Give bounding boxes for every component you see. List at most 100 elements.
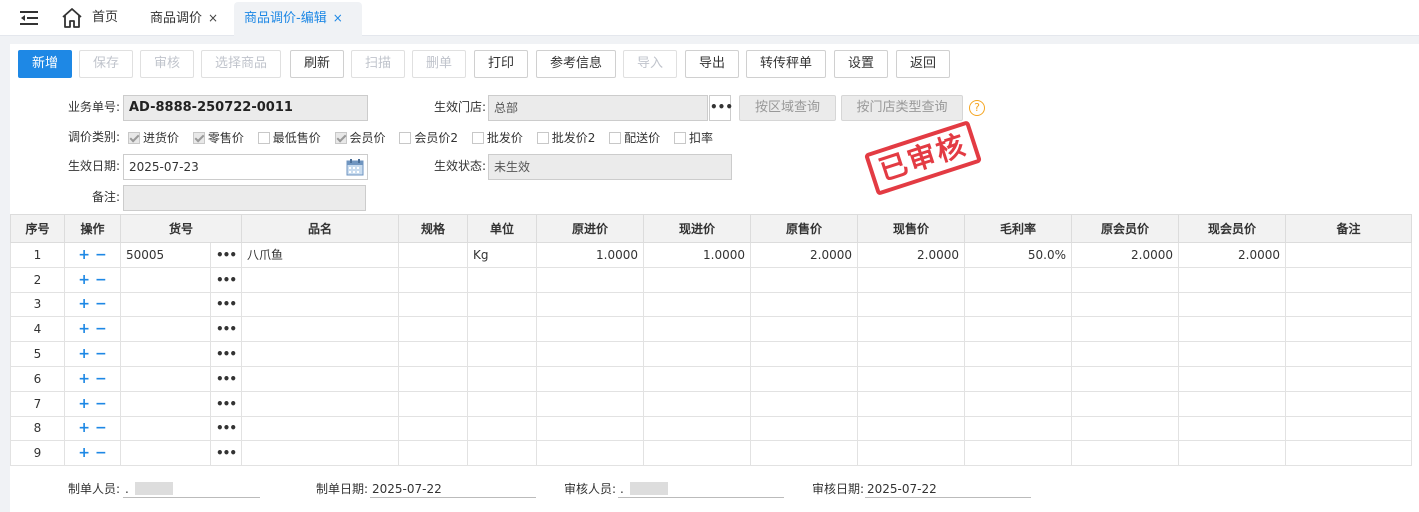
- cell-old-member[interactable]: 2.0000: [1071, 242, 1180, 268]
- tab-home[interactable]: 首页: [92, 0, 118, 36]
- add-row-icon[interactable]: +: [78, 272, 90, 288]
- price-type-min-price-checkbox[interactable]: 最低售价: [257, 129, 321, 147]
- cell-old-member[interactable]: [1071, 415, 1180, 442]
- refresh-button[interactable]: 刷新: [290, 50, 344, 78]
- checkbox-box[interactable]: [609, 132, 622, 144]
- cell-margin[interactable]: [964, 415, 1073, 442]
- cell-unit[interactable]: [467, 266, 538, 293]
- cell-unit[interactable]: [467, 341, 538, 367]
- close-icon[interactable]: ×: [333, 11, 343, 25]
- cell-new-cost[interactable]: [643, 266, 752, 293]
- cell-margin[interactable]: [964, 390, 1073, 417]
- delete-row-icon[interactable]: −: [95, 346, 107, 362]
- query-by-region-button[interactable]: 按区域查询: [739, 95, 836, 121]
- cell-code[interactable]: [120, 440, 211, 467]
- cell-code[interactable]: [120, 390, 211, 417]
- cell-name[interactable]: 八爪鱼: [241, 242, 400, 268]
- cell-spec[interactable]: [398, 440, 469, 467]
- cell-code-picker[interactable]: •••: [209, 440, 243, 467]
- add-row-icon[interactable]: +: [78, 420, 90, 436]
- cell-spec[interactable]: [398, 291, 469, 318]
- cell-name[interactable]: [241, 341, 400, 367]
- store-picker-button[interactable]: •••: [709, 95, 733, 121]
- cell-old-price[interactable]: [750, 365, 859, 392]
- cell-new-cost[interactable]: [643, 390, 752, 417]
- cell-old-member[interactable]: [1071, 266, 1180, 293]
- cell-old-price[interactable]: [750, 390, 859, 417]
- cell-margin[interactable]: [964, 341, 1073, 367]
- back-button[interactable]: 返回: [896, 50, 950, 78]
- cell-old-price[interactable]: 2.0000: [750, 242, 859, 268]
- more-icon[interactable]: •••: [216, 446, 237, 460]
- add-row-icon[interactable]: +: [78, 346, 90, 362]
- more-icon[interactable]: •••: [216, 297, 237, 311]
- settings-button[interactable]: 设置: [834, 50, 888, 78]
- cell-code[interactable]: [120, 316, 211, 343]
- cell-remark[interactable]: [1285, 365, 1413, 392]
- cell-new-member[interactable]: [1178, 415, 1287, 442]
- cell-new-cost[interactable]: [643, 316, 752, 343]
- cell-remark[interactable]: [1285, 415, 1413, 442]
- cell-name[interactable]: [241, 316, 400, 343]
- print-button[interactable]: 打印: [474, 50, 528, 78]
- checkbox-box[interactable]: [192, 132, 205, 144]
- checkbox-box[interactable]: [399, 132, 412, 144]
- price-type-member2-checkbox[interactable]: 会员价2: [399, 129, 458, 147]
- cell-name[interactable]: [241, 291, 400, 318]
- price-type-wholesale-checkbox[interactable]: 批发价: [471, 129, 523, 147]
- cell-old-cost[interactable]: [536, 266, 645, 293]
- cell-new-member[interactable]: [1178, 440, 1287, 467]
- cell-unit[interactable]: [467, 291, 538, 318]
- cell-new-cost[interactable]: [643, 291, 752, 318]
- delete-row-icon[interactable]: −: [95, 420, 107, 436]
- tab-price-adjust-edit[interactable]: 商品调价-编辑 ×: [234, 2, 362, 36]
- checkbox-box[interactable]: [471, 132, 484, 144]
- cell-old-cost[interactable]: [536, 291, 645, 318]
- tab-price-adjust[interactable]: 商品调价 ×: [140, 0, 228, 36]
- query-by-store-type-button[interactable]: 按门店类型查询: [841, 95, 963, 121]
- cell-name[interactable]: [241, 365, 400, 392]
- cell-new-cost[interactable]: [643, 415, 752, 442]
- cell-remark[interactable]: [1285, 341, 1413, 367]
- cell-new-price[interactable]: [857, 291, 966, 318]
- cell-old-price[interactable]: [750, 291, 859, 318]
- cell-remark[interactable]: [1285, 440, 1413, 467]
- close-icon[interactable]: ×: [208, 11, 218, 25]
- delete-row-icon[interactable]: −: [95, 371, 107, 387]
- cell-name[interactable]: [241, 390, 400, 417]
- more-icon[interactable]: •••: [216, 372, 237, 386]
- cell-code[interactable]: [120, 291, 211, 318]
- cell-code-picker[interactable]: •••: [209, 365, 243, 392]
- cell-old-member[interactable]: [1071, 365, 1180, 392]
- cell-spec[interactable]: [398, 242, 469, 268]
- price-type-discount-checkbox[interactable]: 扣率: [674, 129, 713, 147]
- remark-field[interactable]: [123, 185, 366, 211]
- cell-new-member[interactable]: [1178, 266, 1287, 293]
- cell-code-picker[interactable]: •••: [209, 415, 243, 442]
- cell-unit[interactable]: [467, 365, 538, 392]
- delete-row-icon[interactable]: −: [95, 296, 107, 312]
- cell-new-price[interactable]: 2.0000: [857, 242, 966, 268]
- cell-old-member[interactable]: [1071, 341, 1180, 367]
- delete-row-icon[interactable]: −: [95, 272, 107, 288]
- cell-remark[interactable]: [1285, 242, 1413, 268]
- price-type-cost-checkbox[interactable]: 进货价: [128, 129, 179, 147]
- cell-old-price[interactable]: [750, 341, 859, 367]
- cell-new-price[interactable]: [857, 440, 966, 467]
- cell-unit[interactable]: [467, 316, 538, 343]
- add-row-icon[interactable]: +: [78, 396, 90, 412]
- cell-old-cost[interactable]: [536, 316, 645, 343]
- cell-margin[interactable]: [964, 291, 1073, 318]
- effective-date-field[interactable]: 2025-07-23: [123, 154, 368, 180]
- cell-new-cost[interactable]: [643, 365, 752, 392]
- cell-old-cost[interactable]: [536, 365, 645, 392]
- transfer-scale-button[interactable]: 转传秤单: [746, 50, 826, 78]
- cell-unit[interactable]: [467, 390, 538, 417]
- cell-old-member[interactable]: [1071, 440, 1180, 467]
- cell-margin[interactable]: 50.0%: [964, 242, 1073, 268]
- scan-button[interactable]: 扫描: [351, 50, 405, 78]
- cell-old-member[interactable]: [1071, 291, 1180, 318]
- cell-margin[interactable]: [964, 365, 1073, 392]
- price-type-retail-checkbox[interactable]: 零售价: [192, 129, 244, 147]
- cell-new-cost[interactable]: [643, 341, 752, 367]
